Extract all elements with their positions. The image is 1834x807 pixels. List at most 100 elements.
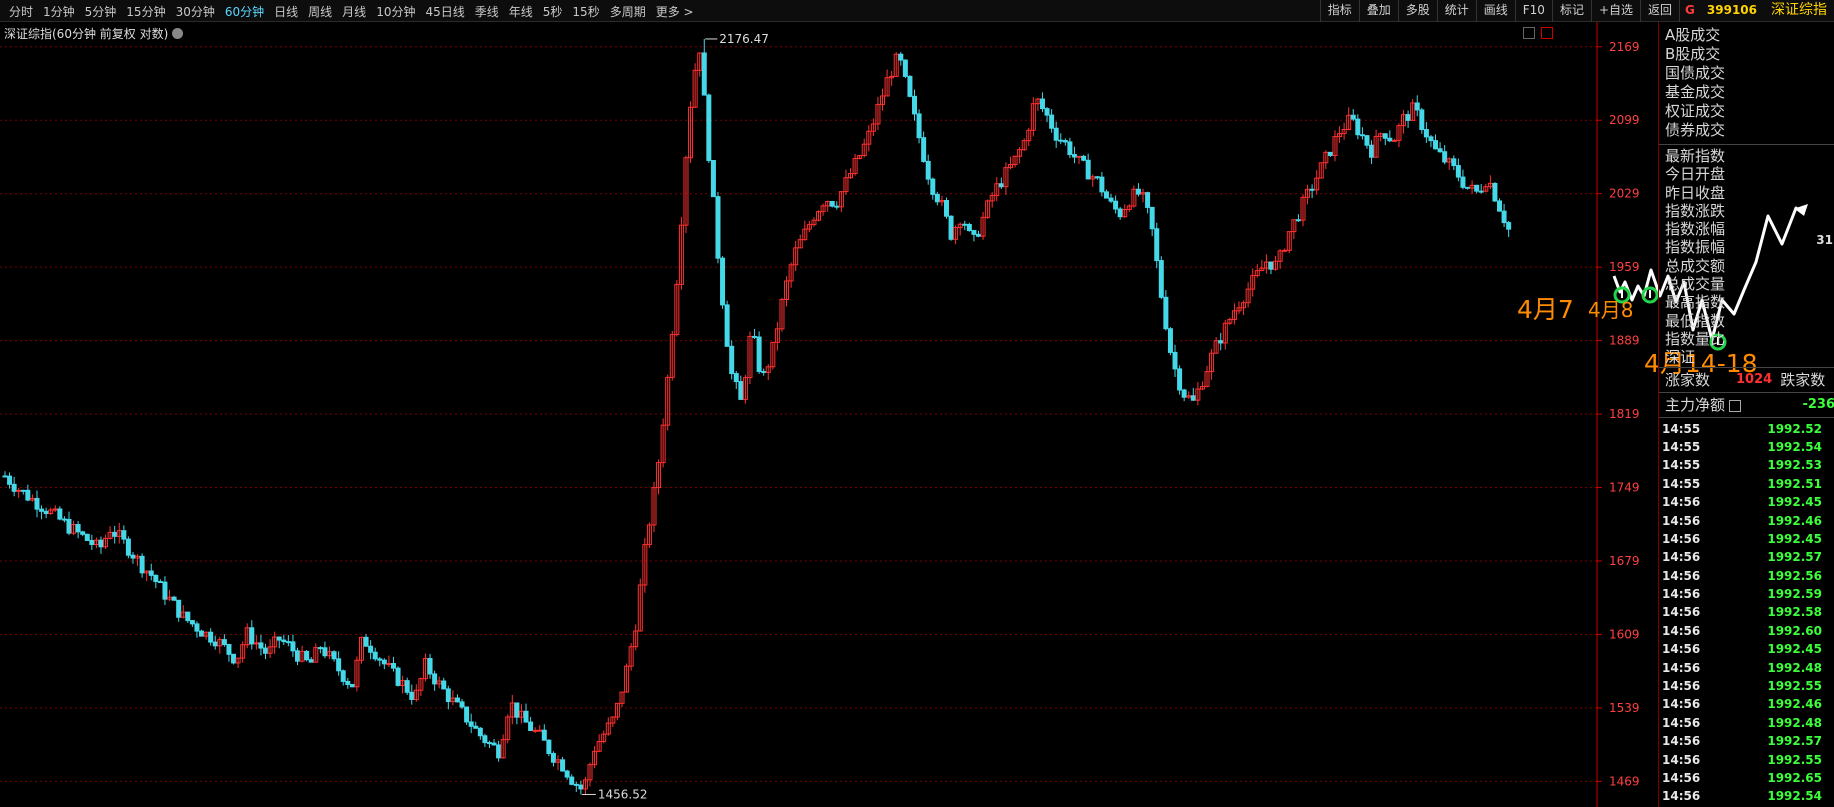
candle-body	[546, 739, 552, 754]
tool-button[interactable]: 统计	[1436, 0, 1476, 22]
candle-body	[1135, 188, 1141, 195]
period-tab[interactable]: 日线	[269, 3, 303, 20]
period-tab[interactable]: 30分钟	[171, 3, 220, 20]
candle-body	[130, 554, 136, 559]
tool-button[interactable]: F10	[1514, 0, 1552, 22]
tick-row: 14:56 1992.58	[1659, 603, 1834, 621]
candle-body	[61, 518, 67, 521]
candle-body	[578, 784, 584, 790]
tool-button[interactable]: +自选	[1590, 0, 1640, 22]
candle-body	[249, 627, 255, 645]
period-tab[interactable]: 季线	[470, 3, 504, 20]
period-tab[interactable]: 多周期	[605, 3, 651, 20]
candle-body	[34, 497, 40, 510]
candle-body	[1419, 109, 1425, 131]
candle-body	[148, 570, 154, 576]
tick-time: 14:56	[1662, 789, 1701, 804]
tick-price: 1992.45	[1767, 642, 1822, 657]
group-badge[interactable]: G	[1679, 0, 1700, 22]
period-tab[interactable]: 1分钟	[38, 3, 80, 20]
top-toolbar: 分时 1分钟 5分钟 15分钟 30分钟 60分钟 日线 周线 月线 10分钟 45日线 季线 年线 5秒…	[0, 0, 1834, 22]
period-tab[interactable]: 分时	[4, 3, 38, 20]
tool-button[interactable]: 叠加	[1358, 0, 1398, 22]
tick-list[interactable]: 14:55 1992.52 14:55 1992.54 14:55 1992.53 14:5…	[1659, 418, 1834, 806]
candle-body	[340, 670, 346, 682]
tool-button[interactable]: 标记	[1551, 0, 1591, 22]
y-tick-label: 1819	[1609, 407, 1640, 421]
turnover-item: 权证成交	[1665, 102, 1726, 120]
tick-time: 14:56	[1662, 495, 1701, 510]
candle-body	[1350, 114, 1356, 120]
tick-time: 14:55	[1662, 439, 1701, 454]
period-tab[interactable]: 月线	[337, 3, 371, 20]
candle-body	[1044, 108, 1050, 116]
period-tab[interactable]: 10分钟	[371, 3, 420, 20]
period-tab[interactable]: 15分钟	[121, 3, 170, 20]
info-icon[interactable]	[1729, 399, 1742, 412]
candle-body	[7, 475, 13, 485]
period-tab[interactable]: 更多 >	[651, 3, 699, 20]
tick-row: 14:56 1992.54	[1659, 787, 1834, 805]
tick-time: 14:56	[1662, 715, 1701, 730]
period-tab[interactable]: 周线	[303, 3, 337, 20]
candle-body	[336, 658, 342, 672]
tick-row: 14:56 1992.46	[1659, 695, 1834, 713]
period-tab[interactable]: 45日线	[420, 3, 469, 20]
period-tab[interactable]: 5秒	[538, 3, 568, 20]
tick-row: 14:56 1992.45	[1659, 530, 1834, 548]
candle-body	[1423, 129, 1429, 138]
stat-item: 最低指数	[1665, 311, 1726, 330]
candle-body	[304, 650, 310, 661]
candle-body	[1113, 200, 1119, 210]
tick-price: 1992.54	[1767, 789, 1822, 804]
candle-body	[349, 683, 355, 688]
tool-button[interactable]: 返回	[1640, 0, 1679, 22]
period-tab[interactable]: 年线	[504, 3, 538, 20]
candle-body	[541, 729, 547, 741]
candle-body	[1282, 249, 1288, 252]
turnover-item: A股成交	[1665, 26, 1721, 44]
candle-body	[1405, 114, 1411, 121]
tick-price: 1992.57	[1767, 550, 1822, 565]
candle-body	[523, 710, 529, 723]
candle-body	[208, 631, 214, 643]
candle-body	[898, 53, 904, 61]
net-flow-label: 主力净额	[1665, 395, 1726, 414]
low-label: 1456.52	[598, 787, 648, 801]
candle-body	[290, 641, 296, 652]
candle-body	[1382, 133, 1388, 139]
tick-price: 1992.53	[1767, 458, 1822, 473]
candlestick-chart[interactable]: 2169 2099 2029 1959 1889 1819 1749 1679 1609 1539…	[0, 22, 1658, 807]
candle-body	[157, 581, 163, 584]
tick-time: 14:55	[1662, 476, 1701, 491]
candle-body	[75, 524, 81, 533]
tool-button[interactable]: 画线	[1475, 0, 1515, 22]
candle-body	[459, 701, 465, 708]
candle-body	[121, 530, 127, 540]
candle-body	[171, 596, 177, 601]
candle-body	[189, 620, 195, 625]
stat-item: 总成交量	[1665, 275, 1726, 294]
candle-body	[921, 137, 927, 162]
tick-row: 14:55 1992.54	[1659, 438, 1834, 456]
candle-body	[1268, 261, 1274, 270]
tool-button[interactable]: 指标	[1319, 0, 1359, 22]
tick-price: 1992.48	[1767, 660, 1822, 675]
period-tab[interactable]: 5分钟	[80, 3, 122, 20]
candle-body	[464, 706, 470, 723]
candle-body	[912, 95, 918, 115]
y-tick-label: 2099	[1609, 113, 1640, 127]
stat-item: 指数振幅	[1665, 238, 1726, 257]
candle-body	[281, 639, 287, 643]
candle-body	[1437, 148, 1443, 153]
candle-body	[84, 533, 90, 541]
candle-body	[1433, 140, 1439, 150]
tick-row: 14:56 1992.55	[1659, 751, 1834, 769]
candle-body	[125, 538, 131, 556]
period-tab[interactable]: 15秒	[567, 3, 604, 20]
period-tab[interactable]: 60分钟	[220, 3, 269, 20]
candle-body	[11, 483, 17, 492]
tool-button[interactable]: 多股	[1397, 0, 1437, 22]
candle-body	[1039, 98, 1045, 110]
candle-body	[1049, 114, 1055, 129]
